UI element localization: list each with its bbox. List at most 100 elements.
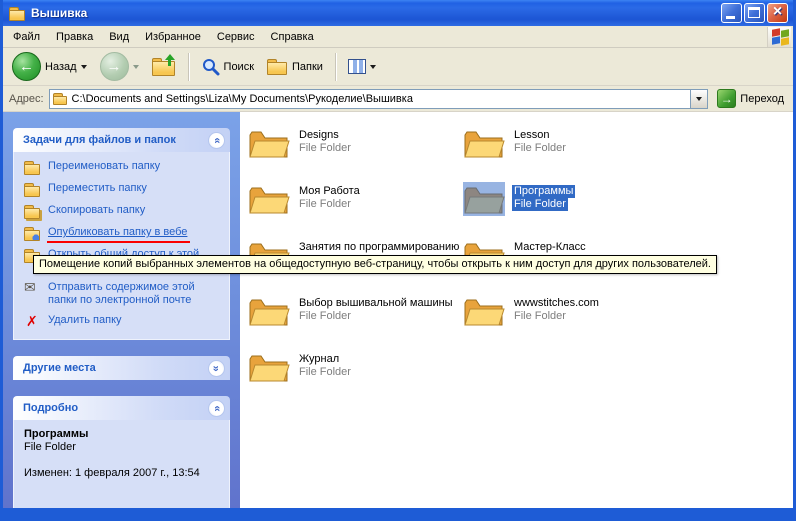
titlebar[interactable]: Вышивка [3, 0, 793, 26]
folder-item[interactable]: Журнал File Folder [248, 350, 463, 406]
email-icon [24, 281, 41, 296]
folder-labels: Выбор вышивальной машины File Folder [297, 294, 455, 323]
task-item[interactable]: Опубликовать папку в вебе [24, 226, 223, 241]
window-title: Вышивка [31, 6, 716, 20]
menu-item[interactable]: Сервис [209, 28, 263, 46]
back-dropdown-caret-icon[interactable] [81, 65, 87, 69]
task-label[interactable]: Отправить содержимое этой папки по элект… [48, 281, 223, 307]
folder-type: File Folder [297, 366, 353, 379]
folder-icon [463, 182, 505, 216]
forward-button[interactable] [95, 50, 144, 83]
folder-labels: Lesson File Folder [512, 126, 568, 155]
views-dropdown-caret-icon[interactable] [370, 65, 376, 69]
back-arrow-icon [12, 52, 41, 81]
maximize-button[interactable] [744, 3, 765, 23]
folder-item[interactable]: wwwstitches.com File Folder [463, 294, 678, 350]
folder-type: File Folder [297, 310, 353, 323]
minimize-button[interactable] [721, 3, 742, 23]
toolbar-separator [188, 53, 189, 81]
go-arrow-icon [717, 89, 736, 108]
menu-item[interactable]: Вид [101, 28, 137, 46]
task-item[interactable]: Удалить папку [24, 314, 223, 329]
delete-icon [24, 314, 41, 329]
folder-labels: Журнал File Folder [297, 350, 353, 379]
chevron-up-icon[interactable] [208, 400, 225, 417]
details-panel: Подробно Программы File Folder Изменен: … [13, 396, 230, 508]
copy-folder-icon [24, 204, 41, 219]
menu-item[interactable]: Файл [5, 28, 48, 46]
address-input[interactable]: C:\Documents and Settings\Liza\My Docume… [49, 89, 709, 109]
folder-icon [248, 182, 290, 216]
folder-labels: Designs File Folder [297, 126, 353, 155]
task-label[interactable]: Переименовать папку [48, 160, 160, 173]
up-folder-icon [152, 57, 176, 76]
details-folder-type: File Folder [24, 441, 223, 454]
folder-name: Designs [297, 129, 341, 142]
folder-name: Программы [512, 185, 575, 198]
file-tasks-panel: Задачи для файлов и папок Переименовать … [13, 128, 230, 340]
folder-item[interactable]: Выбор вышивальной машины File Folder [248, 294, 463, 350]
forward-arrow-icon [100, 52, 129, 81]
close-button[interactable] [767, 3, 788, 23]
folder-item[interactable]: Lesson File Folder [463, 126, 678, 182]
folder-item[interactable]: Программы File Folder [463, 182, 678, 238]
folder-name: Выбор вышивальной машины [297, 297, 455, 310]
folder-item[interactable]: Моя Работа File Folder [248, 182, 463, 238]
back-label: Назад [45, 61, 77, 73]
task-item[interactable]: Отправить содержимое этой папки по элект… [24, 281, 223, 307]
rename-folder-icon [24, 160, 41, 175]
chevron-up-icon[interactable] [208, 132, 225, 149]
folder-icon [463, 126, 505, 160]
file-tasks-header[interactable]: Задачи для файлов и папок [13, 128, 230, 152]
task-label[interactable]: Опубликовать папку в вебе [48, 226, 187, 239]
chevron-down-icon[interactable] [208, 360, 225, 377]
task-label[interactable]: Переместить папку [48, 182, 147, 195]
menu-item[interactable]: Правка [48, 28, 101, 46]
search-button[interactable]: Поиск [196, 55, 259, 78]
folder-icon [463, 294, 505, 328]
windows-logo-icon [767, 27, 791, 47]
details-title: Подробно [23, 402, 78, 414]
explorer-window: Вышивка Файл Правка Вид Избранное Сервис… [0, 0, 796, 521]
task-label[interactable]: Удалить папку [48, 314, 122, 327]
publish-folder-icon [24, 226, 41, 241]
go-button[interactable]: Переход [713, 89, 790, 108]
address-dropdown-button[interactable] [690, 90, 707, 108]
other-places-title: Другие места [23, 362, 96, 374]
tooltip: Помещение копий выбранных элементов на о… [33, 255, 717, 274]
menu-bar: Файл Правка Вид Избранное Сервис Справка [3, 26, 793, 48]
menu-item[interactable]: Избранное [137, 28, 209, 46]
forward-dropdown-caret-icon[interactable] [133, 65, 139, 69]
details-header[interactable]: Подробно [13, 396, 230, 420]
other-places-header[interactable]: Другие места [13, 356, 230, 380]
views-button[interactable] [343, 57, 381, 76]
address-folder-icon [53, 92, 68, 105]
up-button[interactable] [147, 55, 181, 78]
folder-icon [248, 126, 290, 160]
file-list: Designs File Folder Lesson File Folder [240, 112, 793, 508]
search-label: Поиск [224, 61, 254, 73]
folder-item[interactable]: Designs File Folder [248, 126, 463, 182]
folders-button[interactable]: Папки [262, 56, 328, 77]
folders-label: Папки [292, 61, 323, 73]
menu-item[interactable]: Справка [263, 28, 322, 46]
task-item[interactable]: Переместить папку [24, 182, 223, 197]
task-item[interactable]: Переименовать папку [24, 160, 223, 175]
window-controls [721, 3, 788, 23]
folder-labels: wwwstitches.com File Folder [512, 294, 601, 323]
details-folder-name: Программы [24, 428, 223, 441]
window-folder-icon [9, 6, 26, 21]
folder-name: Мастер-Класс [512, 241, 588, 254]
folder-name: Моя Работа [297, 185, 362, 198]
details-modified: Изменен: 1 февраля 2007 г., 13:54 [24, 467, 223, 480]
move-folder-icon [24, 182, 41, 197]
menu-items: Файл Правка Вид Избранное Сервис Справка [5, 26, 322, 47]
toolbar-separator [335, 53, 336, 81]
folder-type: File Folder [512, 142, 568, 155]
folder-name: Lesson [512, 129, 551, 142]
back-button[interactable]: Назад [7, 50, 92, 83]
task-item[interactable]: Скопировать папку [24, 204, 223, 219]
file-tasks-list: Переименовать папку Переместить папку Ск… [13, 152, 230, 340]
address-path[interactable]: C:\Documents and Settings\Liza\My Docume… [72, 93, 687, 105]
task-label[interactable]: Скопировать папку [48, 204, 145, 217]
